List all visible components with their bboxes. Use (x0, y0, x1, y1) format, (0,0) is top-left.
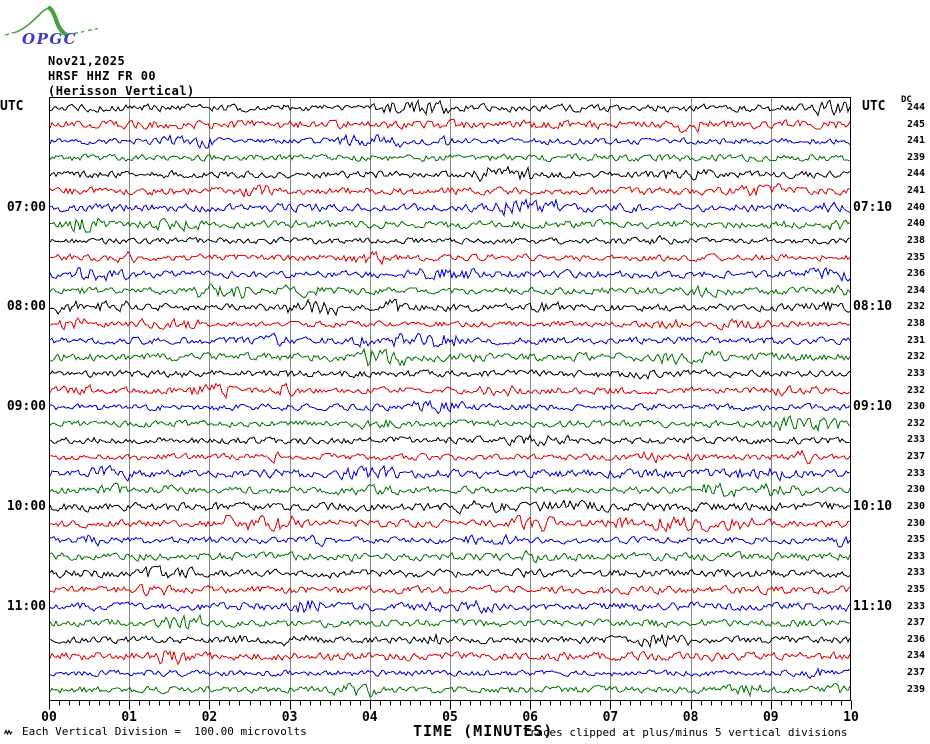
clip-note: Traces clipped at plus/minus 5 vertical … (523, 726, 848, 739)
dc-value: 233 (906, 600, 925, 612)
dc-value: 233 (906, 367, 925, 379)
x-tick-label: 01 (121, 710, 138, 725)
dc-value: 232 (906, 301, 925, 313)
hour-label-right: 07:10 (853, 199, 893, 215)
dc-value: 241 (906, 185, 925, 197)
dc-value: 244 (906, 102, 925, 113)
x-tick-label: 02 (201, 710, 218, 725)
dc-value: 234 (906, 650, 925, 662)
dc-value: 230 (906, 484, 925, 496)
hour-label-left: 07:00 (6, 199, 46, 215)
dc-value: 239 (906, 151, 925, 163)
x-tick-label: 00 (41, 710, 57, 725)
helicorder-plot (49, 97, 852, 710)
dc-value: 238 (906, 318, 925, 330)
x-tick-label: 07 (602, 710, 619, 725)
dc-value: 241 (906, 135, 925, 147)
hour-label-left: 11:00 (6, 598, 46, 614)
dc-value: 233 (906, 550, 925, 562)
dc-value: 230 (906, 517, 925, 529)
wave-mark-icon (4, 729, 13, 736)
dc-value: 237 (906, 451, 925, 463)
dc-value: 233 (906, 467, 925, 479)
dc-value: 230 (906, 500, 925, 512)
hour-label-left: 08:00 (6, 299, 46, 315)
hour-label-left: 10:00 (6, 498, 46, 514)
dc-value: 234 (906, 284, 925, 296)
dc-value: 235 (906, 251, 925, 263)
dc-value: 245 (906, 118, 925, 130)
x-tick-label: 04 (361, 710, 378, 725)
hour-label-right: 09:10 (853, 399, 893, 415)
dc-value: 233 (906, 434, 925, 446)
dc-value: 232 (906, 351, 925, 363)
x-tick-label: 08 (682, 710, 699, 725)
dc-value: 237 (906, 667, 925, 679)
dc-value: 236 (906, 633, 925, 645)
dc-value: 230 (906, 401, 925, 413)
hour-label-left: 09:00 (6, 399, 46, 415)
dc-value: 233 (906, 567, 925, 579)
x-tick-label: 10 (843, 710, 859, 725)
hour-label-right: 08:10 (853, 299, 893, 315)
x-tick-label: 03 (281, 710, 298, 725)
hour-label-right: 10:10 (853, 498, 893, 514)
dc-value: 235 (906, 583, 925, 595)
division-note: Each Vertical Division = 100.00 microvol… (22, 725, 307, 738)
dc-value: 235 (906, 534, 925, 546)
dc-value: 232 (906, 384, 925, 396)
seismogram-page: OPGC Nov21,2025 HRSF HHZ FR 00 (Herisson… (0, 0, 930, 744)
dc-value: 236 (906, 268, 925, 280)
dc-value: 240 (906, 201, 925, 213)
hour-label-right: 11:10 (853, 598, 893, 614)
dc-value: 237 (906, 617, 925, 629)
dc-value: 232 (906, 417, 925, 429)
dc-value: 238 (906, 234, 925, 246)
x-tick-label: 09 (762, 710, 779, 725)
dc-value: 244 (906, 168, 925, 180)
dc-value: 231 (906, 334, 925, 346)
dc-value: 239 (906, 683, 925, 695)
dc-value: 240 (906, 218, 925, 230)
